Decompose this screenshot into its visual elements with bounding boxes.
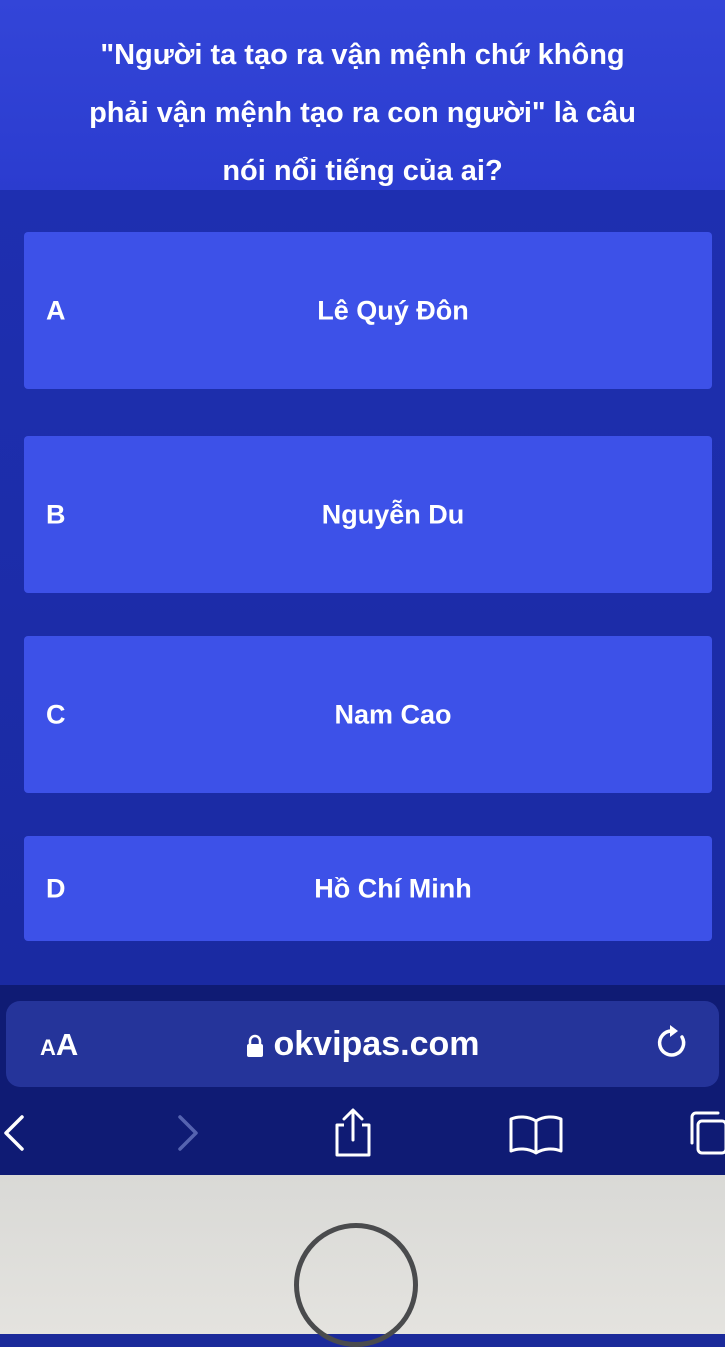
bookmarks-icon[interactable]: [508, 1113, 564, 1155]
back-icon[interactable]: [0, 1111, 30, 1155]
question-panel: "Người ta tạo ra vận mệnh chứ không phải…: [0, 0, 725, 190]
answer-option-a[interactable]: A Lê Quý Đôn: [24, 232, 712, 389]
browser-toolbar: [0, 1103, 725, 1173]
answer-option-b[interactable]: B Nguyễn Du: [24, 436, 712, 593]
forward-icon[interactable]: [172, 1111, 202, 1155]
phone-bezel: [0, 1175, 725, 1347]
browser-chrome: AA okvipas.com: [0, 985, 725, 1175]
answer-option-c[interactable]: C Nam Cao: [24, 636, 712, 793]
lock-icon: [246, 1034, 263, 1058]
tabs-icon[interactable]: [688, 1109, 725, 1157]
share-icon[interactable]: [330, 1107, 376, 1159]
question-line-1: "Người ta tạo ra vận mệnh chứ không: [100, 39, 625, 71]
address-bar[interactable]: AA okvipas.com: [6, 1001, 719, 1087]
answer-text: Nam Cao: [334, 699, 452, 729]
answer-text: Nguyễn Du: [321, 499, 465, 529]
answer-text: Hồ Chí Minh: [314, 873, 472, 903]
answer-list: A Lê Quý Đôn B Nguyễn Du C Nam Cao D Hồ …: [0, 190, 725, 985]
reload-icon[interactable]: [653, 1023, 691, 1063]
question-line-2: phải vận mệnh tạo ra con người" là câu: [89, 97, 636, 129]
answer-text: Lê Quý Đôn: [317, 295, 469, 325]
answer-option-d[interactable]: D Hồ Chí Minh: [24, 836, 712, 941]
url-text: okvipas.com: [273, 1025, 480, 1063]
home-button[interactable]: [294, 1223, 418, 1347]
